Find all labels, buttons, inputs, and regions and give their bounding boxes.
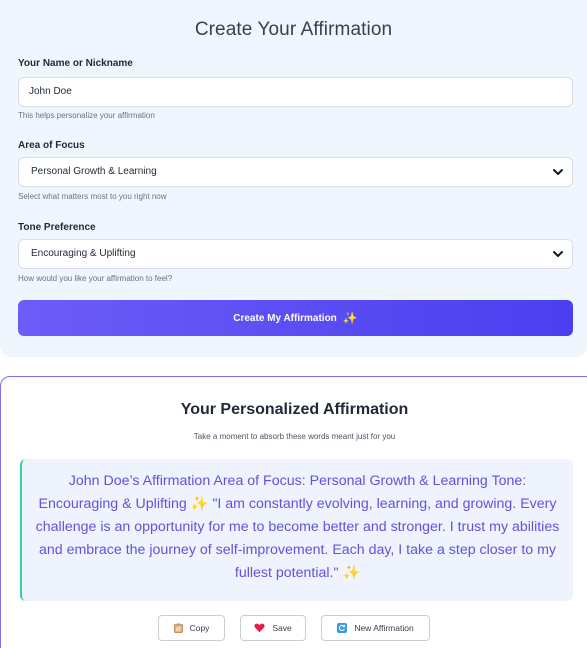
heart-icon	[254, 623, 265, 633]
copy-label: Copy	[189, 623, 210, 633]
focus-value: Personal Growth & Learning	[31, 166, 157, 177]
name-help: This helps personalize your affirmation	[18, 111, 155, 120]
name-field[interactable]: John Doe	[18, 77, 573, 107]
tone-value: Encouraging & Uplifting	[31, 248, 136, 259]
chevron-down-icon	[553, 251, 563, 257]
refresh-icon	[337, 623, 348, 633]
tone-select[interactable]: Encouraging & Uplifting	[18, 239, 573, 269]
focus-help: Select what matters most to you right no…	[18, 192, 167, 201]
affirmation-result-card: Your Personalized Affirmation Take a mom…	[0, 376, 587, 648]
create-affirmation-button[interactable]: Create My Affirmation ✨	[18, 300, 573, 336]
focus-label: Area of Focus	[18, 140, 85, 151]
chevron-down-icon	[553, 169, 563, 175]
name-value: John Doe	[29, 86, 72, 97]
result-subtitle: Take a moment to absorb these words mean…	[193, 432, 396, 441]
save-button[interactable]: Save	[240, 615, 306, 641]
affirmation-form: Create Your Affirmation Your Name or Nic…	[0, 0, 587, 357]
clipboard-icon	[173, 623, 183, 633]
create-button-label: Create My Affirmation	[233, 312, 337, 324]
focus-select[interactable]: Personal Growth & Learning	[18, 157, 573, 187]
result-actions: Copy Save New Affirmation	[1, 615, 587, 641]
name-label: Your Name or Nickname	[18, 58, 133, 69]
new-affirmation-label: New Affirmation	[354, 623, 414, 633]
tone-label: Tone Preference	[18, 222, 96, 233]
sparkle-icon: ✨	[342, 311, 358, 325]
affirmation-text: John Doe’s Affirmation Area of Focus: Pe…	[20, 459, 573, 601]
copy-button[interactable]: Copy	[158, 615, 225, 641]
form-title: Create Your Affirmation	[194, 19, 393, 40]
tone-help: How would you like your affirmation to f…	[18, 274, 173, 283]
save-label: Save	[272, 623, 292, 633]
result-title: Your Personalized Affirmation	[180, 401, 409, 418]
new-affirmation-button[interactable]: New Affirmation	[321, 615, 430, 641]
